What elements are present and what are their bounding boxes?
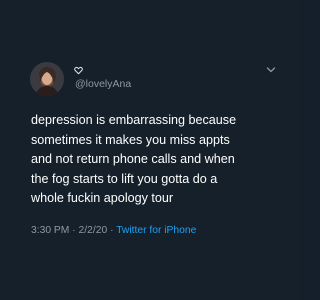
tweet-text-line: depression is embarrassing because xyxy=(31,113,237,127)
tweet-text-line: whole fuckin apology tour xyxy=(31,191,174,206)
tweet-meta: 3:30 PM · 2/2/20 · Twitter for iPhone xyxy=(31,225,196,236)
tweet-text-line: the fog starts to lift you gotta do a xyxy=(31,171,218,186)
chevron-down-icon[interactable] xyxy=(265,65,277,75)
tweet-screenshot: @lovelyAna depression is embarrassing be… xyxy=(0,0,300,300)
tweet-text: depression is embarrassing because somet… xyxy=(31,111,293,209)
tweet-time[interactable]: 3:30 PM xyxy=(31,225,69,236)
tweet-text-line: sometimes it makes you miss appts xyxy=(31,132,230,147)
avatar[interactable] xyxy=(30,62,64,96)
meta-separator: · xyxy=(110,225,114,236)
tweet-date[interactable]: 2/2/20 xyxy=(79,225,108,236)
heart-outline-icon xyxy=(74,66,83,75)
tweet-text-line: and not return phone calls and when xyxy=(31,152,235,167)
avatar-photo xyxy=(30,62,64,96)
tweet-source[interactable]: Twitter for iPhone xyxy=(116,225,196,236)
meta-separator: · xyxy=(72,225,76,236)
user-handle[interactable]: @lovelyAna xyxy=(75,78,131,90)
